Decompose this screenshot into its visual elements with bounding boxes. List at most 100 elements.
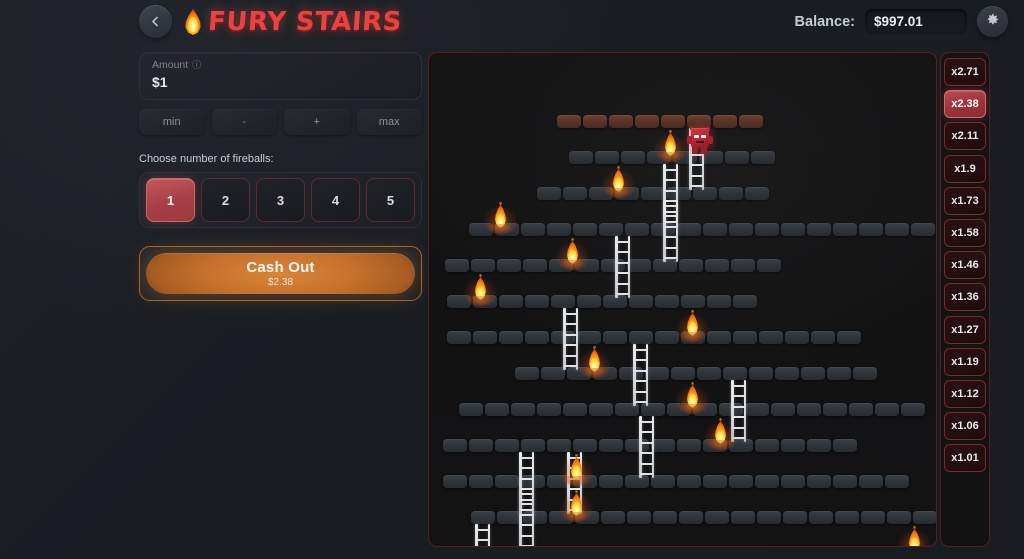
brick[interactable] [885,223,909,236]
brick[interactable] [755,223,779,236]
brick[interactable] [837,331,861,344]
brick[interactable] [563,403,587,416]
brick[interactable] [781,439,805,452]
brick[interactable] [733,295,757,308]
brick[interactable] [703,223,727,236]
multiplier-item[interactable]: x1.12 [944,379,986,408]
fireball-option-4[interactable]: 4 [311,178,360,222]
brick[interactable] [653,511,677,524]
brick[interactable] [627,259,651,272]
brick[interactable] [459,403,483,416]
brick[interactable] [807,223,831,236]
min-button[interactable]: min [139,109,205,135]
brick[interactable] [913,511,936,524]
multiplier-item[interactable]: x1.58 [944,218,986,247]
brick[interactable] [703,475,727,488]
brick[interactable] [497,259,521,272]
back-button[interactable] [139,5,172,38]
brick[interactable] [537,187,561,200]
ladder[interactable] [519,452,534,514]
brick[interactable] [573,439,597,452]
brick[interactable] [677,475,701,488]
brick[interactable] [635,115,659,128]
brick[interactable] [569,151,593,164]
brick[interactable] [641,187,665,200]
brick[interactable] [729,223,753,236]
brick[interactable] [445,259,469,272]
brick[interactable] [745,403,769,416]
brick[interactable] [797,403,821,416]
brick[interactable] [807,439,831,452]
brick[interactable] [731,511,755,524]
brick[interactable] [887,511,911,524]
brick[interactable] [781,223,805,236]
brick[interactable] [563,187,587,200]
fireball-option-3[interactable]: 3 [256,178,305,222]
brick[interactable] [681,295,705,308]
brick[interactable] [515,367,539,380]
ladder[interactable] [633,344,648,406]
brick[interactable] [577,295,601,308]
brick[interactable] [679,511,703,524]
brick[interactable] [861,511,885,524]
brick[interactable] [835,511,859,524]
brick[interactable] [833,439,857,452]
brick[interactable] [733,331,757,344]
brick[interactable] [671,367,695,380]
brick[interactable] [785,331,809,344]
brick[interactable] [525,295,549,308]
brick[interactable] [551,295,575,308]
brick[interactable] [473,331,497,344]
brick[interactable] [495,475,519,488]
brick[interactable] [833,223,857,236]
ladder[interactable] [475,524,490,546]
multiplier-item[interactable]: x2.11 [944,122,986,151]
brick[interactable] [471,511,495,524]
brick[interactable] [679,259,703,272]
brick[interactable] [781,475,805,488]
brick[interactable] [525,331,549,344]
brick[interactable] [629,295,653,308]
brick[interactable] [447,331,471,344]
brick[interactable] [595,151,619,164]
amount-input[interactable]: Amount ⓘ $1 [139,52,422,100]
brick[interactable] [589,403,613,416]
brick[interactable] [771,403,795,416]
info-icon[interactable]: ⓘ [192,60,201,70]
brick[interactable] [537,403,561,416]
brick[interactable] [849,403,873,416]
brick[interactable] [511,403,535,416]
brick[interactable] [655,295,679,308]
brick[interactable] [751,151,775,164]
brick[interactable] [731,259,755,272]
brick[interactable] [707,331,731,344]
brick[interactable] [499,295,523,308]
brick[interactable] [583,115,607,128]
game-board[interactable] [428,52,937,547]
brick[interactable] [809,511,833,524]
brick[interactable] [577,331,601,344]
brick[interactable] [521,439,545,452]
multiplier-item[interactable]: x2.71 [944,58,986,86]
multiplier-item[interactable]: x1.36 [944,283,986,312]
fireball-icon[interactable] [898,525,931,546]
brick[interactable] [725,151,749,164]
brick[interactable] [723,367,747,380]
brick[interactable] [557,115,581,128]
brick[interactable] [599,439,623,452]
brick[interactable] [573,223,597,236]
decrement-button[interactable]: - [211,109,277,135]
brick[interactable] [497,511,521,524]
multiplier-item[interactable]: x1.9 [944,154,986,183]
brick[interactable] [547,223,571,236]
brick[interactable] [859,475,883,488]
brick[interactable] [823,403,847,416]
fireball-option-1[interactable]: 1 [146,178,195,222]
multiplier-item[interactable]: x1.19 [944,347,986,376]
brick[interactable] [655,331,679,344]
multiplier-item[interactable]: x2.38 [944,90,986,119]
multiplier-item[interactable]: x1.73 [944,186,986,215]
brick[interactable] [729,475,753,488]
brick[interactable] [627,511,651,524]
brick[interactable] [521,223,545,236]
